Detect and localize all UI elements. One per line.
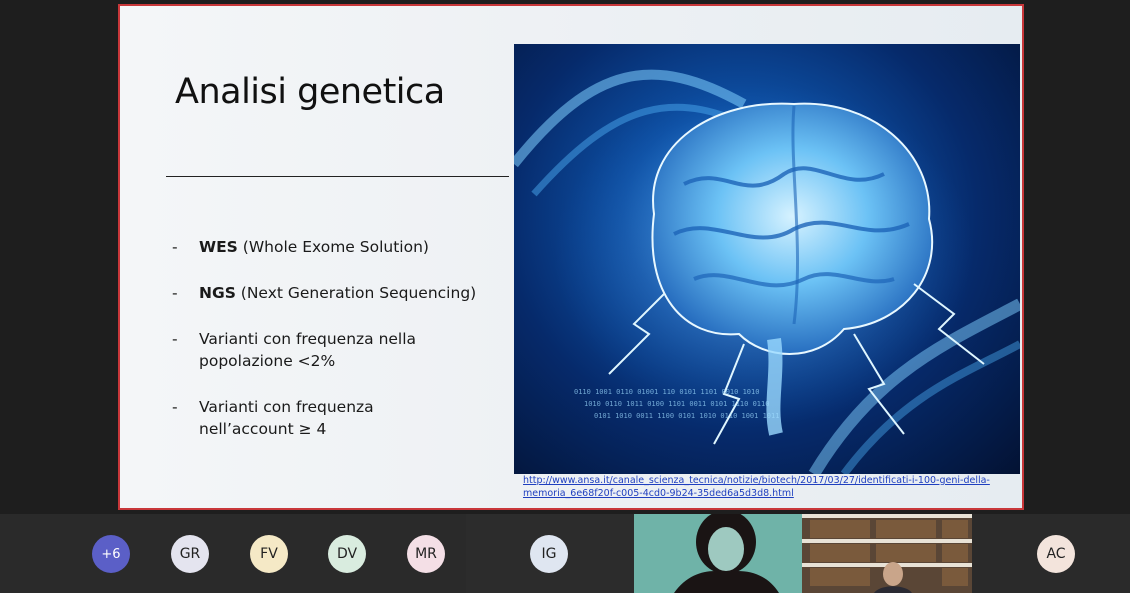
participant-video-feed xyxy=(802,514,972,593)
participant-tile[interactable]: IG xyxy=(466,514,634,593)
bullet-dash: - xyxy=(172,284,178,302)
bullet-dash: - xyxy=(172,238,178,256)
svg-text:1010 0110 1011 0100 1101 0011: 1010 0110 1011 0100 1101 0011 0101 1110 … xyxy=(584,400,769,408)
participant-avatar[interactable]: MR xyxy=(407,535,445,573)
bullet-bold-term: NGS xyxy=(199,284,236,302)
svg-text:0110 1001 0110 01001 110 0101: 0110 1001 0110 01001 110 0101 1101 0010 … xyxy=(574,388,759,396)
svg-text:0101 1010 0011 1100 0101 1010: 0101 1010 0011 1100 0101 1010 0110 1001 … xyxy=(594,412,779,420)
bullet-item: - Varianti con frequenza nell’account ≥ … xyxy=(172,396,512,440)
participant-avatar: AC xyxy=(1037,535,1075,573)
bullet-bold-term: WES xyxy=(199,238,238,256)
bullet-dash: - xyxy=(172,330,178,348)
slide-title: Analisi genetica xyxy=(175,72,445,112)
participant-video-man[interactable] xyxy=(802,514,972,593)
participant-video-woman[interactable] xyxy=(634,514,802,593)
brain-dna-illustration: 0110 1001 0110 01001 110 0101 1101 0010 … xyxy=(514,69,1020,474)
screen-share-stage: Analisi genetica - WES (Whole Exome Solu… xyxy=(0,0,1130,514)
participant-tile[interactable]: AC xyxy=(972,514,1130,593)
shared-slide: Analisi genetica - WES (Whole Exome Solu… xyxy=(118,4,1024,510)
participant-avatar[interactable]: FV xyxy=(250,535,288,573)
participant-avatar: IG xyxy=(530,535,568,573)
participant-strip: +6 GR FV DV MR IG AC xyxy=(0,514,1130,593)
participant-video-feed xyxy=(634,514,802,593)
avatar-tile-group: +6 GR FV DV MR xyxy=(0,514,466,593)
bullet-item: - Varianti con frequenza nella popolazio… xyxy=(172,328,512,372)
bullet-text: Varianti con frequenza nell’account ≥ 4 xyxy=(199,398,374,438)
bullet-item: - WES (Whole Exome Solution) xyxy=(172,236,512,258)
participant-avatar[interactable]: DV xyxy=(328,535,366,573)
source-link[interactable]: http://www.ansa.it/canale_scienza_tecnic… xyxy=(523,474,993,500)
brain-dna-image: 0110 1001 0110 01001 110 0101 1101 0010 … xyxy=(514,44,1020,474)
bullet-item: - NGS (Next Generation Sequencing) xyxy=(172,282,512,304)
bullet-list: - WES (Whole Exome Solution) - NGS (Next… xyxy=(172,236,512,464)
bullet-text: (Next Generation Sequencing) xyxy=(235,284,477,302)
more-participants-badge[interactable]: +6 xyxy=(92,535,130,573)
title-divider xyxy=(166,176,509,177)
bullet-text: (Whole Exome Solution) xyxy=(237,238,429,256)
participant-avatar[interactable]: GR xyxy=(171,535,209,573)
bullet-dash: - xyxy=(172,398,178,416)
bullet-text: Varianti con frequenza nella popolazione… xyxy=(199,330,417,370)
